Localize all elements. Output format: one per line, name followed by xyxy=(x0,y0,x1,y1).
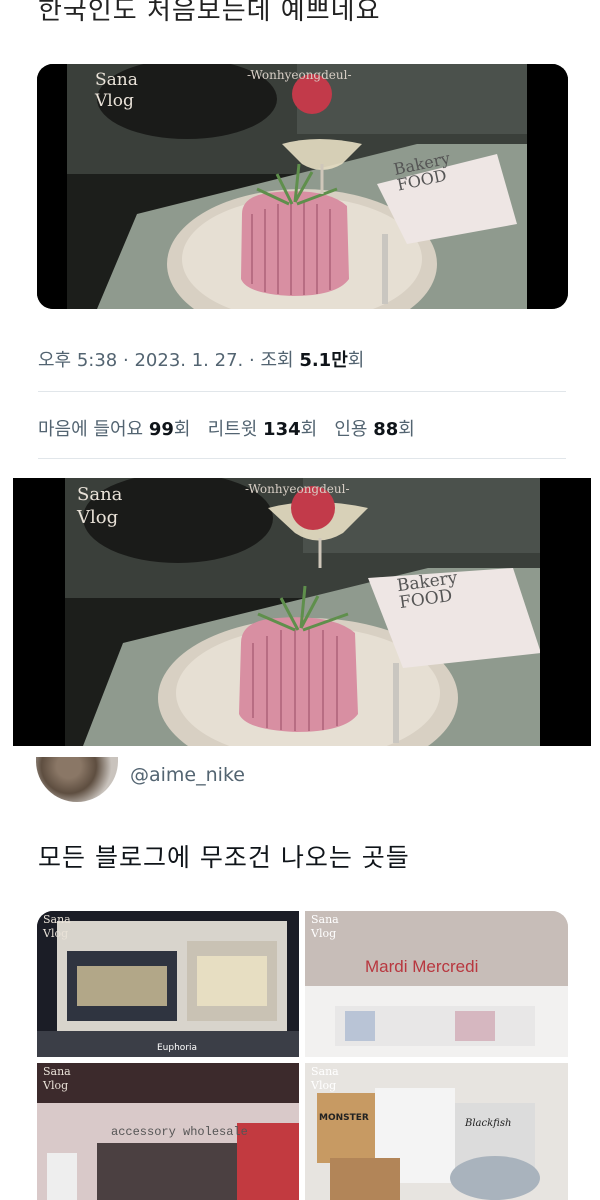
quotes-stat[interactable]: 인용 88회 xyxy=(334,419,414,440)
separator: · xyxy=(248,350,255,371)
brand-line-1: Sana xyxy=(311,913,339,926)
menu-card-title: Bakery FOOD xyxy=(396,568,461,613)
brand-line-2: Vlog xyxy=(77,506,119,528)
tweet-time[interactable]: 오후 5:38 xyxy=(38,350,117,371)
likes-suffix: 회 xyxy=(173,419,191,440)
user-handle[interactable]: @aime_nike xyxy=(130,764,245,786)
store-sign: accessory wholesale xyxy=(111,1125,248,1139)
brand-line-2: Vlog xyxy=(311,1078,337,1092)
creator-watermark: -Wonhyeongdeul- xyxy=(245,482,350,496)
brand-line-2: Vlog xyxy=(311,926,337,940)
tweet-date[interactable]: 2023. 1. 27. xyxy=(134,350,243,371)
tweet-timestamp-line: 오후 5:38 · 2023. 1. 27. · 조회 5.1만회 xyxy=(38,346,364,372)
shopping-bags-photo xyxy=(305,1063,568,1200)
likes-label: 마음에 들어요 xyxy=(38,419,144,440)
avatar[interactable] xyxy=(36,757,118,802)
retweets-count: 134 xyxy=(263,419,301,440)
engagement-stats: 마음에 들어요 99회 리트윗 134회 인용 88회 xyxy=(38,415,415,441)
brand-watermark: Sana Vlog xyxy=(43,913,71,941)
brand-line-1: Sana xyxy=(43,1065,71,1078)
retweets-suffix: 회 xyxy=(300,419,318,440)
brand-line-1: Sana xyxy=(43,913,71,926)
grid-image-3[interactable]: Sana Vlog accessory wholesale xyxy=(37,1063,299,1200)
brand-line-1: Sana xyxy=(95,70,138,90)
retweets-label: 리트윗 xyxy=(207,419,258,440)
brand-watermark: Sana Vlog xyxy=(311,1065,339,1093)
brand-watermark: Sana Vlog xyxy=(311,913,339,941)
divider xyxy=(38,391,566,392)
quotes-count: 88 xyxy=(373,419,399,440)
cafe-exterior-photo xyxy=(37,911,299,1057)
views-count: 5.1만 xyxy=(299,350,348,371)
views-label: 조회 xyxy=(260,350,294,371)
brand-watermark: Sana Vlog xyxy=(43,1065,71,1093)
top-text: 한국인도 처음보는데 예쁘네요 xyxy=(38,0,381,26)
brand-line-2: Vlog xyxy=(43,926,69,940)
store-sign: Mardi Mercredi xyxy=(365,957,479,976)
divider xyxy=(38,458,566,459)
brand-line-1: Sana xyxy=(77,484,123,505)
retweets-stat[interactable]: 리트윗 134회 xyxy=(208,419,318,440)
brand-line-2: Vlog xyxy=(43,1078,69,1092)
brand-watermark: Sana Vlog xyxy=(77,484,122,529)
quotes-label: 인용 xyxy=(334,419,368,440)
bag-label: Blackfish xyxy=(465,1118,512,1129)
creator-watermark: -Wonhyeongdeul- xyxy=(247,68,352,82)
quotes-suffix: 회 xyxy=(398,419,415,440)
shop-caption: Euphoria xyxy=(157,1043,198,1053)
brand-line-2: Vlog xyxy=(95,91,134,112)
likes-stat[interactable]: 마음에 들어요 99회 xyxy=(38,419,190,440)
enlarged-image[interactable]: Sana Vlog -Wonhyeongdeul- Bakery FOOD xyxy=(13,478,591,746)
likes-count: 99 xyxy=(148,419,174,440)
brand-line-1: Sana xyxy=(311,1065,339,1078)
store-interior-photo xyxy=(305,911,568,1057)
brand-watermark: Sana Vlog xyxy=(95,70,138,113)
bag-label: MONSTER xyxy=(319,1113,369,1123)
tweet-image[interactable]: Sana Vlog -Wonhyeongdeul- Bakery FOOD xyxy=(37,64,568,309)
views-suffix: 회 xyxy=(347,350,365,371)
grid-image-1[interactable]: Sana Vlog Euphoria xyxy=(37,911,299,1057)
separator: · xyxy=(123,350,129,371)
grid-image-4[interactable]: Sana Vlog MONSTER Blackfish xyxy=(305,1063,568,1200)
post-text: 모든 블로그에 무조건 나오는 곳들 xyxy=(38,843,410,872)
grid-image-2[interactable]: Sana Vlog Mardi Mercredi xyxy=(305,911,568,1057)
